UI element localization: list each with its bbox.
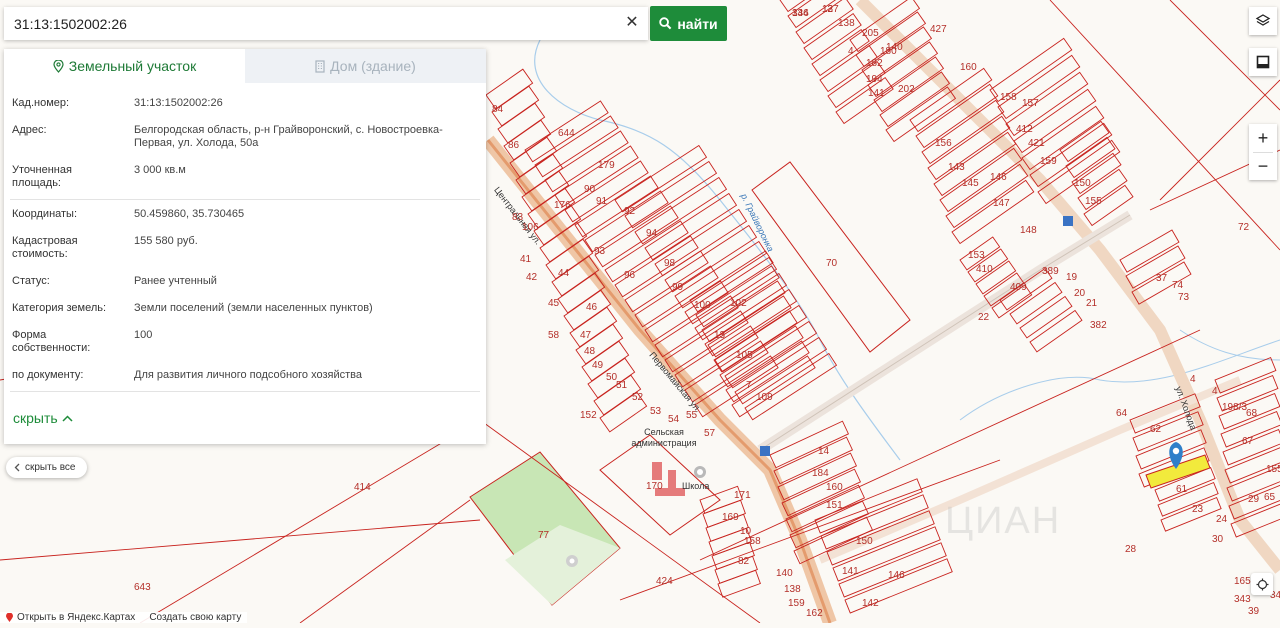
hide-all-button[interactable]: скрыть все	[6, 457, 88, 478]
zoom-in-button[interactable]: +	[1249, 124, 1277, 152]
open-in-maps-link[interactable]: Открыть в Яндекс.Картах	[6, 612, 135, 623]
hide-all-label: скрыть все	[25, 462, 76, 473]
field-row-land-category: Категория земель: Земли поселений (земли…	[12, 302, 478, 315]
tab-house[interactable]: Дом (здание)	[245, 49, 486, 83]
divider	[10, 199, 480, 200]
create-map-link[interactable]: Создать свою карту	[149, 612, 241, 623]
geolocation-button[interactable]	[1251, 573, 1273, 595]
field-label: Кадастровая стоимость:	[12, 235, 78, 260]
field-row-ownership: Форма собственности: 100	[12, 329, 478, 355]
field-row-by-document: по документу: Для развития личного подсо…	[12, 369, 478, 382]
field-value: Белгородская область, р-н Грайворонский,…	[134, 124, 443, 149]
watermark: ЦИАН	[945, 500, 1062, 542]
field-value: 31:13:1502002:26	[134, 97, 223, 109]
tab-land-plot[interactable]: Земельный участок	[4, 49, 245, 83]
fullscreen-icon	[1256, 55, 1270, 69]
field-value: 100	[134, 329, 153, 341]
field-row-cadastral-value: Кадастровая стоимость: 155 580 руб.	[12, 235, 478, 261]
search-button-label: найти	[677, 15, 718, 32]
search-icon	[659, 17, 672, 30]
panel-tabs: Земельный участок Дом (здание)	[4, 49, 486, 83]
field-value: 3 000 кв.м	[134, 164, 186, 176]
field-list: Кад.номер: 31:13:1502002:26 Адрес: Белго…	[4, 97, 486, 392]
open-in-maps-label: Открыть в Яндекс.Картах	[17, 612, 136, 623]
field-row-address: Адрес: Белгородская область, р-н Грайвор…	[12, 124, 478, 150]
hide-label: скрыть	[13, 410, 58, 426]
search-box: ✕	[4, 7, 648, 40]
field-row-area: Уточненная площадь: 3 000 кв.м	[12, 164, 478, 190]
field-row-cadastral-number: Кад.номер: 31:13:1502002:26	[12, 97, 478, 110]
field-value: Земли поселений (земли населенных пункто…	[134, 302, 373, 314]
field-label: Статус:	[12, 275, 50, 287]
map-pin-outline-icon	[53, 59, 64, 73]
map-footer: Открыть в Яндекс.Картах Создать свою кар…	[0, 612, 248, 623]
zoom-control: + −	[1249, 124, 1277, 180]
field-label: по документу:	[12, 369, 84, 381]
bus-stop-icon	[760, 446, 770, 456]
zoom-out-button[interactable]: −	[1249, 153, 1277, 180]
parcel-info-panel: Земельный участок Дом (здание) Кад.номер…	[4, 49, 486, 444]
building-icon	[315, 59, 325, 73]
tab-label: Земельный участок	[68, 58, 197, 74]
chevron-left-icon	[14, 463, 20, 472]
field-label: Форма собственности:	[12, 329, 91, 354]
field-label: Уточненная площадь:	[12, 164, 72, 189]
target-icon	[1256, 578, 1268, 590]
place-label: Школа	[682, 481, 710, 491]
school-icon	[694, 466, 706, 478]
divider	[10, 391, 480, 392]
bus-stop-icon	[1063, 216, 1073, 226]
search-input[interactable]	[4, 8, 624, 39]
field-value: 50.459860, 35.730465	[134, 208, 245, 220]
field-label: Кад.номер:	[12, 97, 70, 109]
field-label: Категория земель:	[12, 302, 107, 314]
fullscreen-button[interactable]	[1249, 48, 1277, 76]
field-row-coordinates: Координаты: 50.459860, 35.730465	[12, 208, 478, 221]
close-icon[interactable]: ✕	[622, 13, 642, 33]
tab-label: Дом (здание)	[330, 58, 416, 74]
place-icon	[566, 555, 578, 567]
field-label: Координаты:	[12, 208, 78, 220]
field-value: 155 580 руб.	[134, 235, 198, 247]
field-value: Для развития личного подсобного хозяйств…	[134, 369, 362, 381]
field-label: Адрес:	[12, 124, 47, 136]
field-row-status: Статус: Ранее учтенный	[12, 275, 478, 288]
layers-button[interactable]	[1249, 7, 1277, 35]
field-value: Ранее учтенный	[134, 275, 217, 287]
hide-panel-link[interactable]: скрыть	[13, 410, 73, 426]
layers-icon	[1255, 14, 1271, 26]
chevron-up-icon	[62, 414, 73, 422]
map-pin-icon	[6, 613, 13, 622]
search-button[interactable]: найти	[650, 6, 727, 41]
place-label: Сельская администрация	[631, 427, 697, 448]
